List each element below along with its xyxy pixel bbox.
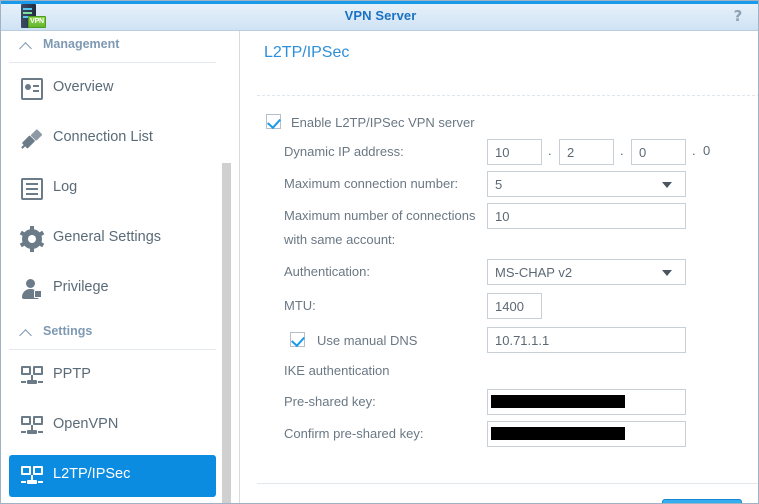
vpn-monitors-icon	[21, 365, 43, 387]
sidebar-item-label: OpenVPN	[53, 416, 119, 432]
dynamic-ip-octet3-input[interactable]	[631, 139, 686, 165]
ike-authentication-row: IKE authentication	[241, 361, 758, 383]
sidebar-item-connection-list[interactable]: Connection List	[9, 118, 216, 160]
sidebar-item-privilege[interactable]: Privilege	[9, 268, 216, 310]
confirm-preshared-key-redaction	[491, 427, 625, 440]
dynamic-ip-row: Dynamic IP address: . . . 0	[241, 139, 758, 167]
use-manual-dns-checkbox[interactable]	[290, 332, 305, 347]
max-same-account-input[interactable]	[487, 203, 686, 229]
max-connection-label: Maximum connection number:	[284, 176, 459, 191]
chevron-down-icon[interactable]	[662, 182, 672, 188]
dynamic-ip-octet1-input[interactable]	[487, 139, 542, 165]
mtu-row: MTU:	[241, 293, 758, 321]
connection-plug-icon	[21, 128, 43, 150]
mtu-input[interactable]	[487, 293, 542, 319]
preshared-key-row: Pre-shared key:	[241, 389, 758, 417]
mtu-label: MTU:	[284, 298, 316, 313]
vpn-monitors-icon	[21, 465, 43, 487]
sidebar-scrollbar-thumb[interactable]	[222, 163, 231, 503]
chevron-up-icon	[21, 327, 32, 338]
manual-dns-row: Use manual DNS	[241, 327, 758, 355]
sidebar: Management Overview Connection List Log …	[1, 31, 240, 503]
max-connection-row: Maximum connection number:	[241, 171, 758, 199]
sidebar-item-label: PPTP	[53, 366, 91, 382]
dynamic-ip-octet4-value: 0	[703, 143, 711, 158]
apply-button[interactable]: Apply	[662, 499, 742, 503]
sidebar-item-l2tp-ipsec[interactable]: L2TP/IPSec	[9, 455, 216, 497]
sidebar-item-log[interactable]: Log	[9, 168, 216, 210]
max-same-account-label-line2: with same account:	[284, 232, 396, 247]
enable-vpn-checkbox[interactable]	[266, 114, 281, 129]
use-manual-dns-label: Use manual DNS	[317, 333, 418, 348]
vpn-server-window: VPN VPN Server ? Management Overview Con…	[0, 0, 759, 504]
sidebar-section-settings[interactable]: Settings	[1, 318, 224, 348]
sidebar-item-overview[interactable]: Overview	[9, 68, 216, 110]
authentication-label: Authentication:	[284, 264, 371, 279]
sidebar-item-label: Overview	[53, 79, 114, 95]
sidebar-item-general-settings[interactable]: General Settings	[9, 218, 216, 260]
ike-authentication-heading: IKE authentication	[284, 363, 390, 378]
dynamic-ip-octet2-input[interactable]	[559, 139, 614, 165]
window-title: VPN Server	[344, 8, 417, 23]
sidebar-section-management[interactable]: Management	[1, 31, 224, 61]
sidebar-section-label: Settings	[43, 324, 93, 338]
sidebar-item-openvpn[interactable]: OpenVPN	[9, 405, 216, 447]
ip-separator: .	[692, 143, 696, 158]
sidebar-item-label: Connection List	[53, 129, 153, 145]
max-same-account-row: Maximum number of connections with same …	[241, 203, 758, 251]
confirm-preshared-key-label: Confirm pre-shared key:	[284, 426, 424, 441]
vpn-monitors-icon	[21, 415, 43, 437]
sidebar-divider	[9, 62, 216, 63]
panel-divider	[257, 95, 758, 96]
dynamic-ip-label: Dynamic IP address:	[284, 144, 404, 159]
chevron-down-icon[interactable]	[662, 270, 672, 276]
sidebar-item-label: Log	[53, 179, 78, 195]
log-document-icon	[21, 178, 43, 200]
sidebar-item-pptp[interactable]: PPTP	[9, 355, 216, 397]
enable-row: Enable L2TP/IPSec VPN server	[241, 112, 758, 134]
max-connection-select[interactable]	[487, 171, 686, 197]
footer-divider	[257, 483, 758, 484]
max-same-account-label-line1: Maximum number of connections	[284, 208, 476, 223]
chevron-up-icon	[21, 40, 32, 51]
enable-vpn-label: Enable L2TP/IPSec VPN server	[291, 115, 475, 130]
ip-separator: .	[620, 143, 624, 158]
help-question-icon[interactable]: ?	[729, 7, 747, 25]
preshared-key-redaction	[491, 395, 625, 408]
page-title: L2TP/IPSec	[264, 44, 350, 61]
preshared-key-label: Pre-shared key:	[284, 394, 376, 409]
sidebar-item-label: General Settings	[53, 229, 162, 245]
sidebar-item-label: Privilege	[53, 279, 109, 295]
title-bar: VPN VPN Server ?	[1, 1, 758, 31]
authentication-row: Authentication:	[241, 259, 758, 287]
confirm-preshared-key-row: Confirm pre-shared key:	[241, 421, 758, 449]
user-lock-icon	[21, 278, 43, 300]
ip-separator: .	[548, 143, 552, 158]
manual-dns-input[interactable]	[487, 327, 686, 353]
sidebar-section-label: Management	[43, 37, 120, 51]
overview-icon	[21, 78, 43, 100]
sidebar-item-label: L2TP/IPSec	[53, 466, 131, 482]
main-panel: L2TP/IPSec Enable L2TP/IPSec VPN server …	[241, 31, 758, 503]
sidebar-divider	[9, 349, 216, 350]
gear-icon	[19, 226, 45, 252]
authentication-select[interactable]	[487, 259, 686, 285]
title-bar-accent	[1, 1, 758, 4]
